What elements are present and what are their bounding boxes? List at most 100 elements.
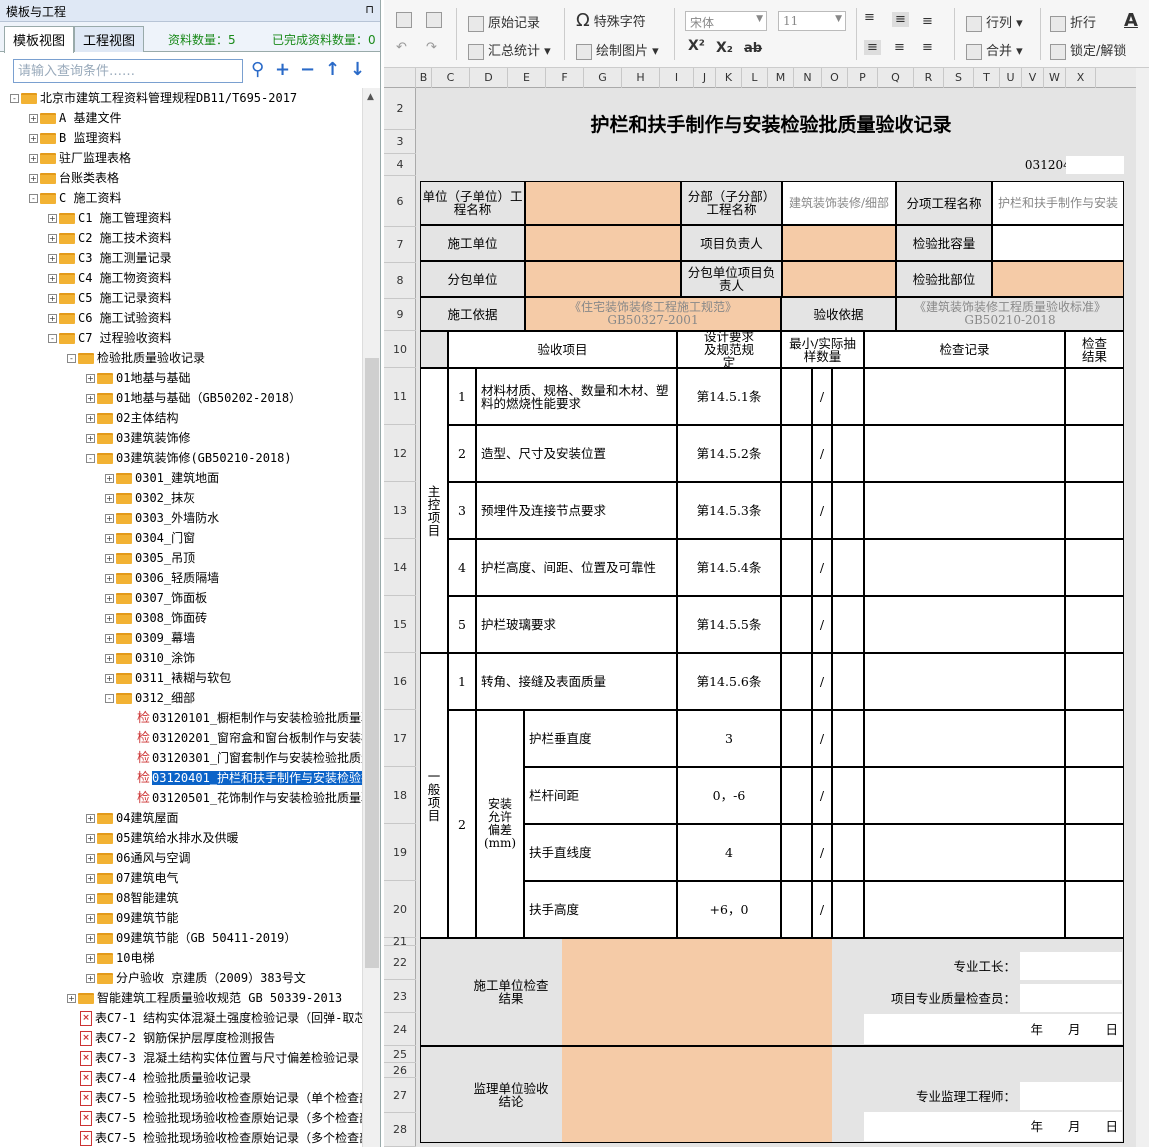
tree-node[interactable]: + 分户验收 京建质（2009）383号文: [86, 968, 306, 988]
column-header-cell[interactable]: C: [432, 68, 470, 88]
tree-node[interactable]: +0302_抹灰: [105, 488, 195, 508]
item-sample-actual[interactable]: [832, 368, 864, 425]
column-header-cell[interactable]: L: [742, 68, 768, 88]
expand-icon[interactable]: +: [29, 174, 38, 183]
expand-icon[interactable]: +: [105, 634, 114, 643]
inspector-value[interactable]: [1020, 984, 1122, 1012]
expand-icon[interactable]: +: [48, 254, 57, 263]
unit-name-value[interactable]: [525, 181, 681, 225]
tree-node[interactable]: + C3 施工测量记录: [48, 248, 172, 268]
font-color-button[interactable]: A: [1124, 10, 1138, 31]
item-record[interactable]: [864, 824, 1065, 881]
item-result[interactable]: [1065, 368, 1124, 425]
expand-icon[interactable]: +: [105, 594, 114, 603]
expand-icon[interactable]: +: [105, 534, 114, 543]
builder-check-value[interactable]: [562, 939, 832, 1045]
engineer-value[interactable]: [1020, 1082, 1122, 1110]
tree-node[interactable]: +0303_外墙防水: [105, 508, 219, 528]
row-header-cell[interactable]: 24: [384, 1013, 416, 1046]
part-value[interactable]: [992, 261, 1124, 297]
collapse-icon[interactable]: -: [105, 694, 114, 703]
tree-node[interactable]: × 表C7-3 混凝土结构实体位置与尺寸偏差检验记录: [67, 1048, 359, 1068]
row-header-cell[interactable]: 3: [384, 130, 416, 154]
row-header-cell[interactable]: 4: [384, 154, 416, 176]
item-sample-min[interactable]: [781, 824, 812, 881]
redo-icon[interactable]: ↷: [426, 40, 437, 55]
collapse-icon[interactable]: -: [67, 354, 76, 363]
save-icon[interactable]: [396, 12, 416, 28]
item-sample-actual[interactable]: [832, 539, 864, 596]
item-record[interactable]: [864, 596, 1065, 653]
expand-icon[interactable]: +: [86, 894, 95, 903]
tree-node[interactable]: +08智能建筑: [86, 888, 178, 908]
tree-node[interactable]: + C1 施工管理资料: [48, 208, 172, 228]
subscript-button[interactable]: X₂: [716, 40, 733, 56]
tab-project-view[interactable]: 工程视图: [74, 26, 145, 52]
tree-node[interactable]: + C5 施工记录资料: [48, 288, 172, 308]
wrap-button[interactable]: 折行: [1050, 12, 1096, 32]
tree-node[interactable]: 检 03120301_门窗套制作与安装检验批质量: [124, 748, 362, 768]
item-sample-actual[interactable]: [832, 596, 864, 653]
item-sample-min[interactable]: [781, 368, 812, 425]
row-header-cell[interactable]: 14: [384, 539, 416, 596]
row-header-cell[interactable]: 6: [384, 176, 416, 227]
item-result[interactable]: [1065, 710, 1124, 767]
align-top-icon[interactable]: ≡: [864, 10, 875, 25]
expand-icon[interactable]: +: [86, 934, 95, 943]
tree-node[interactable]: + C6 施工试验资料: [48, 308, 172, 328]
align-right-icon[interactable]: ≡: [922, 40, 933, 55]
item-sample-actual[interactable]: [832, 425, 864, 482]
expand-icon[interactable]: +: [105, 554, 114, 563]
expand-icon[interactable]: +: [29, 114, 38, 123]
font-size-select[interactable]: 11 ▼: [778, 11, 846, 31]
collapse-icon[interactable]: -: [29, 194, 38, 203]
item-sample-min[interactable]: [781, 710, 812, 767]
collapse-icon[interactable]: -: [48, 334, 57, 343]
item-result[interactable]: [1065, 482, 1124, 539]
row-header-cell[interactable]: 12: [384, 425, 416, 482]
tree-node[interactable]: +10电梯: [86, 948, 154, 968]
tree-scrollbar[interactable]: ▲: [362, 88, 380, 1147]
tree-node[interactable]: 检 03120101_橱柜制作与安装检验批质量验: [124, 708, 362, 728]
column-header-cell[interactable]: Q: [878, 68, 914, 88]
tree-node[interactable]: 检 03120201_窗帘盒和窗台板制作与安装检: [124, 728, 362, 748]
paste-icon[interactable]: [426, 12, 446, 28]
column-header-cell[interactable]: M: [768, 68, 794, 88]
tree-node[interactable]: × 表C7-5 检验批现场验收检查原始记录（多个检查部: [67, 1108, 362, 1128]
row-header-cell[interactable]: 25: [384, 1046, 416, 1063]
item-result[interactable]: [1065, 539, 1124, 596]
row-header-cell[interactable]: 11: [384, 368, 416, 425]
collapse-icon[interactable]: -: [86, 454, 95, 463]
row-header-cell[interactable]: 17: [384, 710, 416, 767]
item-sample-min[interactable]: [781, 482, 812, 539]
column-header-cell[interactable]: B: [416, 68, 432, 88]
expand-icon[interactable]: +: [86, 854, 95, 863]
column-header-cell[interactable]: H: [622, 68, 660, 88]
tree-node[interactable]: +0304_门窗: [105, 528, 195, 548]
expand-icon[interactable]: +: [105, 494, 114, 503]
item-sample-actual[interactable]: [832, 710, 864, 767]
tree-node[interactable]: + 智能建筑工程质量验收规范 GB 50339-2013: [67, 988, 342, 1008]
tree-node[interactable]: +02主体结构: [86, 408, 178, 428]
column-header-cell[interactable]: O: [822, 68, 848, 88]
item-sample-actual[interactable]: [832, 767, 864, 824]
align-bottom-icon[interactable]: ≡: [922, 14, 933, 29]
tree-node[interactable]: +0309_幕墙: [105, 628, 195, 648]
column-header-cell[interactable]: F: [546, 68, 584, 88]
item-sample-min[interactable]: [781, 596, 812, 653]
builder-value[interactable]: [525, 225, 681, 261]
expand-icon[interactable]: +: [86, 374, 95, 383]
expand-icon[interactable]: +: [48, 234, 57, 243]
expand-icon[interactable]: +: [86, 834, 95, 843]
move-down-icon[interactable]: ↓: [350, 58, 365, 82]
special-char-button[interactable]: Ω 特殊字符: [576, 10, 646, 31]
tree-node[interactable]: +03建筑装饰修: [86, 428, 190, 448]
sheet-scrollbar[interactable]: [1136, 68, 1149, 1147]
strikethrough-button[interactable]: ab: [744, 41, 762, 56]
expand-icon[interactable]: +: [86, 434, 95, 443]
tree-node[interactable]: × 表C7-4 检验批质量验收记录: [67, 1068, 251, 1088]
tree-node[interactable]: 检 03120501_花饰制作与安装检验批质量验: [124, 788, 362, 808]
expand-icon[interactable]: +: [86, 974, 95, 983]
pm-value[interactable]: [782, 225, 896, 261]
tree-node[interactable]: +07建筑电气: [86, 868, 178, 888]
